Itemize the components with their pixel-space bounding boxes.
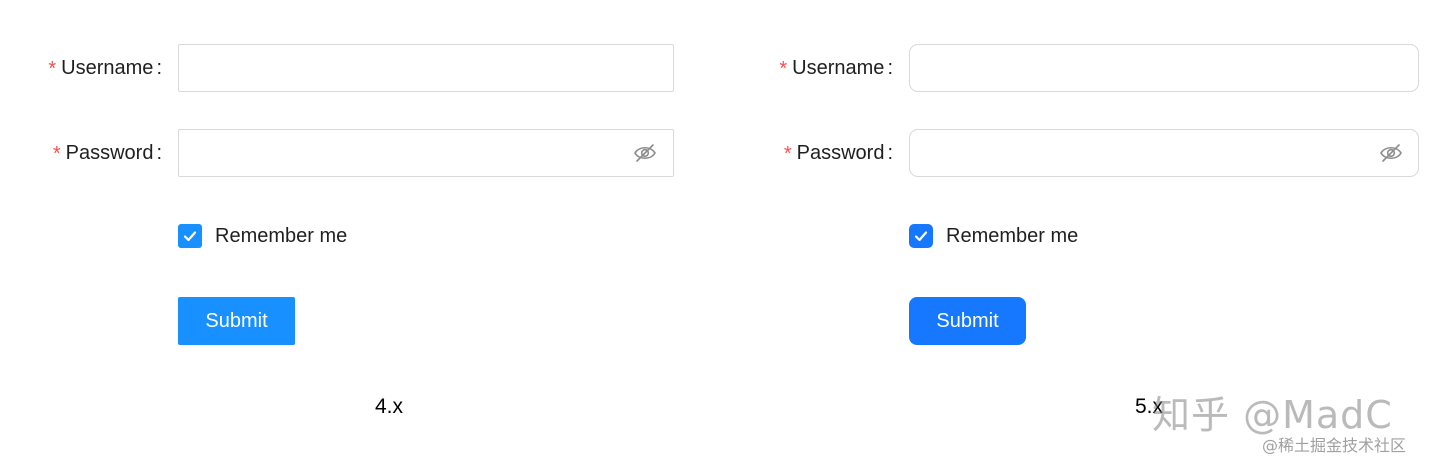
eye-invisible-icon[interactable]: [1379, 142, 1403, 164]
password-label: * Password :: [731, 142, 901, 165]
version-caption: 4.x: [375, 395, 404, 418]
password-input[interactable]: [909, 129, 1419, 177]
label-colon: :: [887, 56, 893, 79]
username-form-item: * Username :: [731, 44, 1419, 92]
zhihu-watermark: 知乎 @MadC: [1152, 393, 1393, 437]
required-mark: *: [783, 143, 792, 165]
password-form-item: * Password :: [731, 129, 1419, 177]
username-form-item: * Username :: [0, 44, 674, 92]
checkbox-checked-icon[interactable]: [909, 224, 933, 248]
label-colon: :: [156, 141, 162, 164]
submit-button[interactable]: Submit: [178, 297, 295, 345]
username-input[interactable]: [178, 44, 674, 92]
label-colon: :: [887, 141, 893, 164]
required-mark: *: [48, 58, 57, 80]
username-label-text: Username: [61, 56, 154, 79]
juejin-watermark: @稀土掘金技术社区: [1262, 436, 1407, 455]
username-input[interactable]: [909, 44, 1419, 92]
password-input[interactable]: [178, 129, 674, 177]
required-mark: *: [52, 143, 61, 165]
submit-button[interactable]: Submit: [909, 297, 1026, 345]
username-label: * Username :: [731, 57, 901, 80]
comparison-stage: * Username : * Password : Remember me Su…: [0, 0, 1440, 468]
password-label: * Password :: [0, 142, 170, 165]
password-label-text: Password: [796, 141, 885, 164]
checkbox-checked-icon[interactable]: [178, 224, 202, 248]
eye-invisible-icon[interactable]: [633, 142, 657, 164]
username-label-text: Username: [792, 56, 885, 79]
login-form-v4: * Username : * Password : Remember me Su…: [0, 0, 700, 468]
remember-me-checkbox[interactable]: Remember me: [178, 224, 347, 248]
remember-me-label: Remember me: [946, 224, 1079, 247]
username-label: * Username :: [0, 57, 170, 80]
password-label-text: Password: [65, 141, 154, 164]
required-mark: *: [779, 58, 788, 80]
remember-me-label: Remember me: [215, 224, 348, 247]
password-form-item: * Password :: [0, 129, 674, 177]
label-colon: :: [156, 56, 162, 79]
remember-me-checkbox[interactable]: Remember me: [909, 224, 1078, 248]
